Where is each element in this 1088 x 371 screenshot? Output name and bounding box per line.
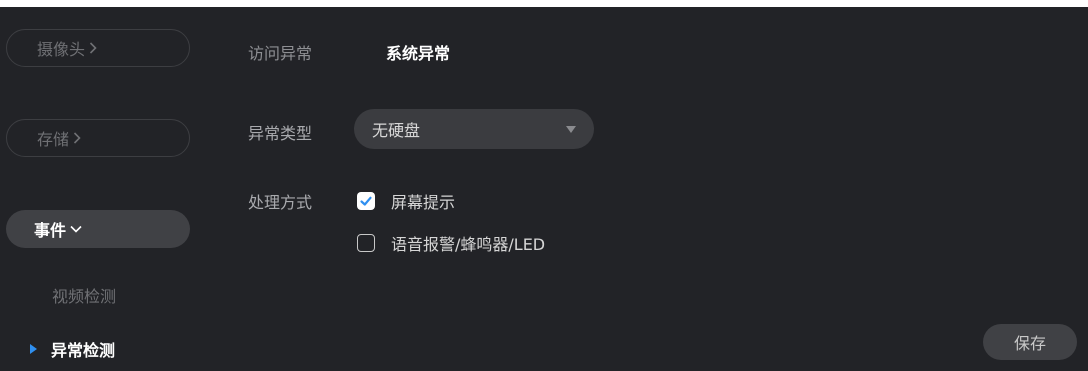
sidebar-item-camera-label: 摄像头: [37, 40, 86, 59]
screen-prompt-label: 屏幕提示: [391, 193, 456, 212]
save-button-label: 保存: [1013, 334, 1046, 353]
sidebar-item-event[interactable]: 事件: [6, 210, 190, 248]
screen-prompt-checkbox[interactable]: [357, 192, 375, 210]
settings-panel: 摄像头 存储 事件 视频检测 异常检测 访问异常 系统异常 异常类型 无硬盘 处…: [0, 7, 1088, 371]
sidebar-item-event-label: 事件: [34, 221, 67, 240]
sidebar-item-camera[interactable]: 摄像头: [6, 29, 190, 67]
option-voice-alarm[interactable]: 语音报警/蜂鸣器/LED: [357, 231, 545, 255]
abnormal-type-label: 异常类型: [248, 124, 313, 143]
handling-label: 处理方式: [248, 193, 313, 212]
chevron-down-icon: [70, 225, 82, 233]
sidebar-item-video-detect[interactable]: 视频检测: [52, 283, 116, 307]
sidebar-item-abnormal-detect[interactable]: 异常检测: [30, 337, 115, 361]
sidebar-item-storage[interactable]: 存储: [6, 119, 190, 157]
sidebar-item-storage-label: 存储: [37, 130, 70, 149]
abnormal-type-select[interactable]: 无硬盘: [354, 109, 594, 149]
save-button[interactable]: 保存: [983, 324, 1077, 360]
checkmark-icon: [360, 196, 372, 206]
tab-system-abnormal[interactable]: 系统异常: [386, 40, 450, 64]
chevron-right-icon: [89, 42, 97, 54]
tab-access-abnormal[interactable]: 访问异常: [248, 40, 312, 64]
triangle-right-icon: [30, 344, 37, 354]
abnormal-type-value: 无硬盘: [372, 121, 421, 140]
voice-alarm-label: 语音报警/蜂鸣器/LED: [391, 235, 546, 254]
sidebar-item-abnormal-detect-label: 异常检测: [51, 341, 116, 360]
option-screen-prompt[interactable]: 屏幕提示: [357, 189, 455, 213]
triangle-down-icon: [566, 126, 576, 133]
screen-frame: 摄像头 存储 事件 视频检测 异常检测 访问异常 系统异常 异常类型 无硬盘 处…: [0, 0, 1088, 371]
voice-alarm-checkbox[interactable]: [357, 234, 375, 252]
chevron-right-icon: [73, 132, 81, 144]
sidebar-item-video-detect-label: 视频检测: [52, 287, 117, 306]
